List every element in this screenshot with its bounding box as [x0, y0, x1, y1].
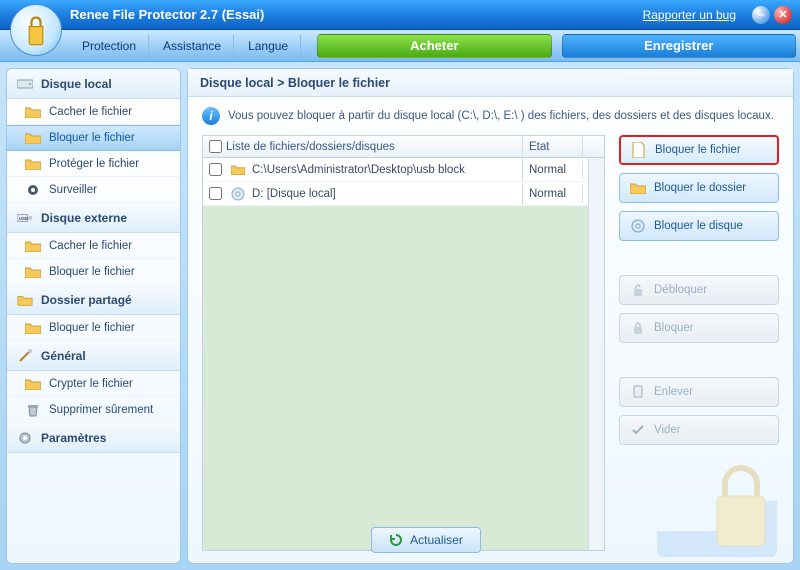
file-icon: [631, 142, 647, 158]
sidebar: Disque local Cacher le fichier Bloquer l…: [6, 68, 181, 564]
sidebar-header-external: USB Disque externe: [7, 203, 180, 233]
list-empty-area: [203, 206, 604, 550]
folder-lock-icon: [25, 130, 41, 146]
block-button[interactable]: Bloquer: [619, 313, 779, 343]
buy-button[interactable]: Acheter: [317, 34, 551, 58]
drive-icon: [17, 76, 33, 92]
folder-icon: [25, 320, 41, 336]
select-all-checkbox[interactable]: [209, 140, 222, 153]
block-file-button[interactable]: Bloquer le fichier: [619, 135, 779, 165]
info-icon: i: [202, 107, 220, 125]
sidebar-header-general: Général: [7, 341, 180, 371]
report-bug-link[interactable]: Rapporter un bug: [643, 8, 736, 22]
sidebar-shared-block[interactable]: Bloquer le fichier: [7, 315, 180, 341]
sidebar-ext-hide[interactable]: Cacher le fichier: [7, 233, 180, 259]
trash-icon: [25, 402, 41, 418]
sidebar-local-hide[interactable]: Cacher le fichier: [7, 99, 180, 125]
menu-bar: Protection Assistance Langue Acheter Enr…: [0, 30, 800, 62]
disk-icon: [630, 218, 646, 234]
folder-icon: [25, 264, 41, 280]
sidebar-ext-block[interactable]: Bloquer le fichier: [7, 259, 180, 285]
svg-text:USB: USB: [19, 215, 28, 220]
menu-protection[interactable]: Protection: [70, 35, 149, 57]
main-area: Disque local Cacher le fichier Bloquer l…: [0, 62, 800, 570]
block-folder-button[interactable]: Bloquer le dossier: [619, 173, 779, 203]
clear-button[interactable]: Vider: [619, 415, 779, 445]
disk-icon: [230, 186, 246, 202]
remove-button[interactable]: Enlever: [619, 377, 779, 407]
action-panel: Bloquer le fichier Bloquer le dossier Bl…: [619, 135, 779, 551]
folder-icon: [25, 376, 41, 392]
unlock-icon: [630, 282, 646, 298]
info-text: Vous pouvez bloquer à partir du disque l…: [228, 110, 774, 122]
remove-icon: [630, 384, 646, 400]
app-logo-icon: [10, 4, 62, 56]
folder-icon: [25, 104, 41, 120]
list-row[interactable]: C:\Users\Administrator\Desktop\usb block…: [203, 158, 604, 182]
sidebar-local-block[interactable]: Bloquer le fichier: [7, 125, 180, 151]
refresh-icon: [388, 532, 404, 548]
refresh-button[interactable]: Actualiser: [371, 527, 481, 553]
row-checkbox[interactable]: [209, 163, 222, 176]
sidebar-local-monitor[interactable]: Surveiller: [7, 177, 180, 203]
menu-langue[interactable]: Langue: [236, 35, 301, 57]
sidebar-gen-delete[interactable]: Supprimer sûrement: [7, 397, 180, 423]
close-button[interactable]: ✕: [774, 6, 792, 24]
check-icon: [630, 422, 646, 438]
unblock-button[interactable]: Débloquer: [619, 275, 779, 305]
sidebar-gen-encrypt[interactable]: Crypter le fichier: [7, 371, 180, 397]
sidebar-header-local: Disque local: [7, 69, 180, 99]
file-list: Liste de fichiers/dossiers/disques Etat …: [202, 135, 605, 551]
shared-folder-icon: [17, 292, 33, 308]
register-button[interactable]: Enregistrer: [562, 34, 796, 58]
sidebar-header-settings[interactable]: Paramètres: [7, 423, 180, 453]
content-panel: Disque local > Bloquer le fichier i Vous…: [187, 68, 794, 564]
eye-icon: [25, 182, 41, 198]
col-files[interactable]: Liste de fichiers/dossiers/disques: [203, 136, 523, 157]
tools-icon: [17, 348, 33, 364]
app-title: Renee File Protector 2.7 (Essai): [70, 7, 264, 22]
breadcrumb: Disque local > Bloquer le fichier: [188, 69, 793, 97]
menu-assistance[interactable]: Assistance: [151, 35, 234, 57]
info-row: i Vous pouvez bloquer à partir du disque…: [188, 97, 793, 135]
gear-icon: [17, 430, 33, 446]
folder-shield-icon: [25, 156, 41, 172]
col-state[interactable]: Etat: [523, 136, 583, 157]
sidebar-header-shared: Dossier partagé: [7, 285, 180, 315]
lock-icon: [630, 320, 646, 336]
folder-icon: [25, 238, 41, 254]
usb-icon: USB: [17, 210, 33, 226]
block-disk-button[interactable]: Bloquer le disque: [619, 211, 779, 241]
title-bar: Renee File Protector 2.7 (Essai) Rapport…: [0, 0, 800, 30]
sidebar-local-protect[interactable]: Protéger le fichier: [7, 151, 180, 177]
folder-icon: [230, 162, 246, 178]
folder-icon: [630, 180, 646, 196]
scrollbar[interactable]: [588, 158, 604, 550]
list-row[interactable]: D: [Disque local] Normal: [203, 182, 604, 206]
list-header: Liste de fichiers/dossiers/disques Etat: [203, 136, 604, 158]
row-checkbox[interactable]: [209, 187, 222, 200]
minimize-button[interactable]: –: [752, 6, 770, 24]
